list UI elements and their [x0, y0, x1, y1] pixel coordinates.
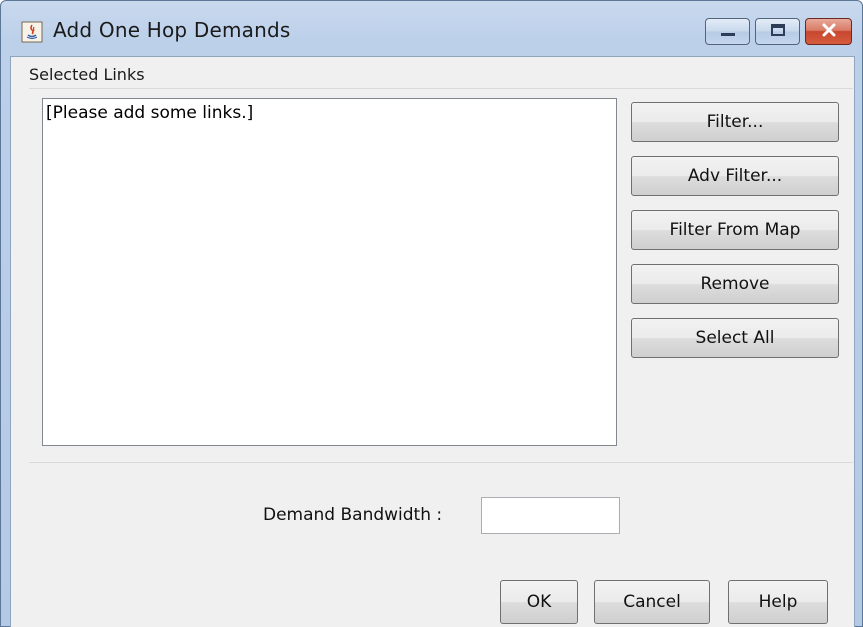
filter-button[interactable]: Filter...: [631, 102, 839, 142]
close-icon: [821, 22, 837, 41]
selected-links-list[interactable]: [Please add some links.]: [42, 98, 617, 446]
list-item[interactable]: [Please add some links.]: [46, 103, 253, 123]
close-button[interactable]: [805, 18, 852, 45]
dialog-content: Selected Links [Please add some links.] …: [10, 56, 855, 627]
window-title: Add One Hop Demands: [53, 18, 291, 42]
adv-filter-button[interactable]: Adv Filter...: [631, 156, 839, 196]
filter-from-map-button[interactable]: Filter From Map: [631, 210, 839, 250]
ok-button[interactable]: OK: [500, 580, 578, 624]
java-app-icon: [21, 21, 43, 43]
dialog-window: Add One Hop Demands Selected Links [Plea…: [0, 0, 863, 627]
help-button[interactable]: Help: [728, 580, 828, 624]
title-bar[interactable]: Add One Hop Demands: [1, 1, 862, 53]
remove-button[interactable]: Remove: [631, 264, 839, 304]
maximize-button[interactable]: [755, 18, 800, 45]
caption-buttons: [700, 18, 852, 47]
maximize-icon: [770, 22, 786, 41]
minimize-button[interactable]: [705, 18, 750, 45]
demand-bandwidth-label: Demand Bandwidth :: [263, 505, 443, 525]
demand-bandwidth-input[interactable]: [481, 497, 620, 534]
minimize-icon: [720, 22, 736, 41]
select-all-button[interactable]: Select All: [631, 318, 839, 358]
cancel-button[interactable]: Cancel: [594, 580, 710, 624]
selected-links-label: Selected Links: [29, 65, 145, 84]
